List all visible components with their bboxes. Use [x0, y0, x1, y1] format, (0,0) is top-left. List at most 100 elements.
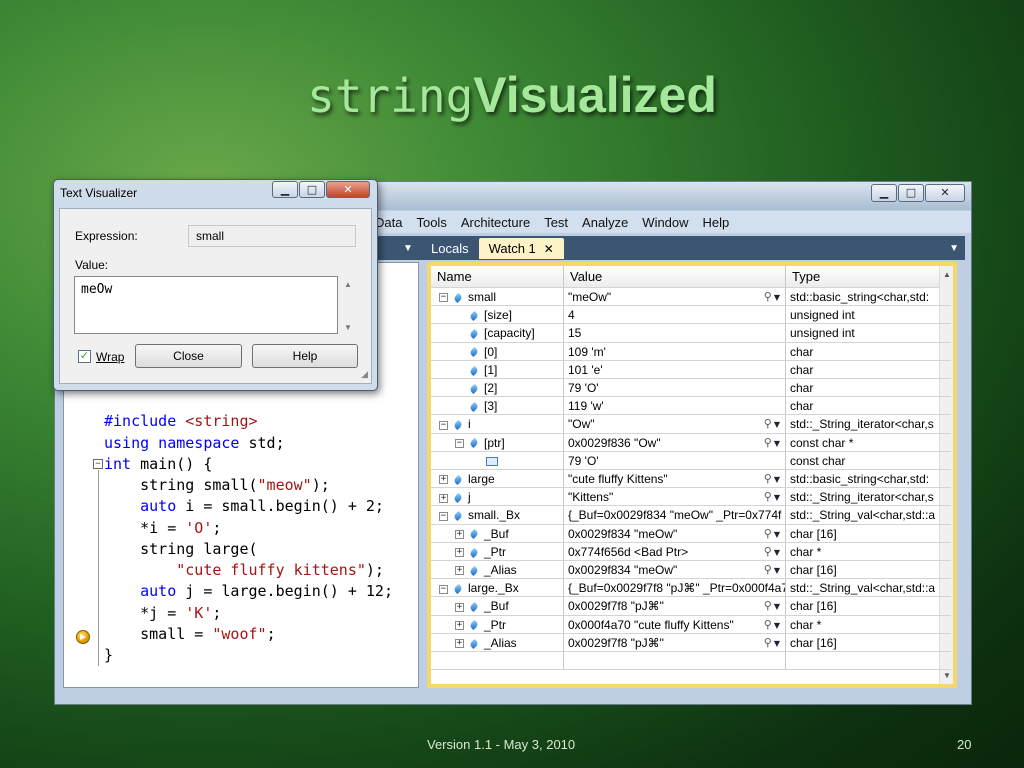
dialog-minimize-icon[interactable]: ▁	[272, 181, 298, 198]
close-icon[interactable]: ✕	[925, 184, 965, 202]
watch-row[interactable]: + _Alias 0x0029f7f8 "pJ⌘" ⚲ ▼ char [16]	[431, 633, 951, 652]
visualizer-dropdown-icon[interactable]: ▼	[774, 293, 780, 302]
resize-grip-icon[interactable]: ◢	[361, 369, 368, 380]
watch-cell-value[interactable]: {_Buf=0x0029f834 "meOw" _Ptr=0x774f	[563, 506, 785, 524]
watch-row[interactable]: + _Buf 0x0029f834 "meOw" ⚲ ▼ char [16]	[431, 524, 951, 543]
magnifier-icon[interactable]: ⚲	[764, 436, 772, 449]
watch-cell-value[interactable]: 0x0029f834 "meOw" ⚲ ▼	[563, 561, 785, 579]
magnifier-icon[interactable]: ⚲	[764, 490, 772, 503]
collapse-icon[interactable]: −	[439, 511, 448, 521]
watch-cell-value[interactable]: "meOw" ⚲ ▼	[563, 288, 785, 306]
value-scroll-up-icon[interactable]: ▲	[344, 280, 352, 289]
value-scrollbar[interactable]: ▲ ▼	[340, 276, 356, 334]
menu-architecture[interactable]: Architecture	[461, 215, 530, 230]
magnifier-icon[interactable]: ⚲	[764, 599, 772, 612]
visualizer-magnifier-icon[interactable]: ⚲ ▼	[764, 288, 780, 305]
watch-row[interactable]: − small "meOw" ⚲ ▼ std::basic_string<char,std…	[431, 288, 951, 307]
collapse-main-icon[interactable]: −	[93, 459, 103, 469]
visualizer-dropdown-icon[interactable]: ▼	[774, 621, 780, 630]
watch-row[interactable]: [3] 119 'w' char	[431, 397, 951, 416]
watch-row[interactable]: [capacity] 15 unsigned int	[431, 324, 951, 343]
watch-cell-value[interactable]	[563, 652, 785, 670]
help-button[interactable]: Help	[252, 344, 358, 368]
column-header-name[interactable]: Name	[431, 266, 563, 287]
watch-cell-value[interactable]: 79 'O'	[563, 451, 785, 469]
watch-row[interactable]: [size] 4 unsigned int	[431, 306, 951, 325]
dialog-close-icon[interactable]: ✕	[326, 181, 370, 198]
tab-locals[interactable]: Locals	[421, 238, 479, 259]
magnifier-icon[interactable]: ⚲	[764, 563, 772, 576]
watch-row[interactable]: [1] 101 'e' char	[431, 360, 951, 379]
scroll-up-icon[interactable]: ▲	[943, 270, 951, 279]
collapse-icon[interactable]: −	[439, 293, 448, 303]
watch-cell-value[interactable]: 0x774f656d <Bad Ptr> ⚲ ▼	[563, 542, 785, 560]
watch-row[interactable]: + _Alias 0x0029f834 "meOw" ⚲ ▼ char [16]	[431, 561, 951, 580]
editor-dropdown-icon[interactable]: ▼	[403, 243, 413, 254]
expand-icon[interactable]: +	[455, 639, 464, 649]
watch-cell-value[interactable]: 4	[563, 306, 785, 324]
panel-dropdown-icon[interactable]: ▼	[949, 243, 959, 254]
watch-cell-value[interactable]: 0x0029f834 "meOw" ⚲ ▼	[563, 524, 785, 542]
visualizer-dropdown-icon[interactable]: ▼	[774, 548, 780, 557]
value-textbox[interactable]: meOw	[74, 276, 338, 334]
expand-icon[interactable]: +	[455, 566, 464, 576]
visualizer-dropdown-icon[interactable]: ▼	[774, 439, 780, 448]
watch-row[interactable]: − small._Bx {_Buf=0x0029f834 "meOw" _Ptr=0…	[431, 506, 951, 525]
close-button[interactable]: Close	[135, 344, 242, 368]
expand-icon[interactable]: +	[455, 529, 464, 539]
tab-close-icon[interactable]: ✕	[544, 242, 554, 256]
watch-cell-value[interactable]: "cute fluffy Kittens" ⚲ ▼	[563, 470, 785, 488]
visualizer-dropdown-icon[interactable]: ▼	[774, 639, 780, 648]
collapse-icon[interactable]: −	[439, 584, 448, 594]
collapse-icon[interactable]: −	[439, 420, 448, 430]
expand-icon[interactable]: +	[455, 620, 464, 630]
visualizer-dropdown-icon[interactable]: ▼	[774, 493, 780, 502]
value-scroll-down-icon[interactable]: ▼	[344, 323, 352, 332]
magnifier-icon[interactable]: ⚲	[764, 527, 772, 540]
watch-row[interactable]: + _Buf 0x0029f7f8 "pJ⌘" ⚲ ▼ char [16]	[431, 597, 951, 616]
menu-help[interactable]: Help	[703, 215, 730, 230]
watch-cell-value[interactable]: "Ow" ⚲ ▼	[563, 415, 785, 433]
minimize-icon[interactable]: ▁	[871, 184, 897, 202]
watch-row[interactable]: [0] 109 'm' char	[431, 342, 951, 361]
watch-row[interactable]: + j "Kittens" ⚲ ▼ std::_String_iterator<char,…	[431, 488, 951, 507]
wrap-checkbox[interactable]: ✓	[78, 350, 91, 363]
watch-cell-value[interactable]: 0x000f4a70 "cute fluffy Kittens" ⚲ ▼	[563, 615, 785, 633]
visualizer-magnifier-icon[interactable]: ⚲ ▼	[764, 597, 780, 614]
expand-icon[interactable]: +	[455, 548, 464, 558]
watch-row[interactable]: + _Ptr 0x774f656d <Bad Ptr> ⚲ ▼ char *	[431, 542, 951, 561]
visualizer-dropdown-icon[interactable]: ▼	[774, 420, 780, 429]
magnifier-icon[interactable]: ⚲	[764, 545, 772, 558]
maximize-icon[interactable]: □	[898, 184, 924, 202]
wrap-label[interactable]: Wrap	[96, 350, 124, 364]
visualizer-magnifier-icon[interactable]: ⚲ ▼	[764, 561, 780, 578]
scroll-down-icon[interactable]: ▼	[943, 671, 951, 680]
menu-analyze[interactable]: Analyze	[582, 215, 628, 230]
expand-icon[interactable]: +	[455, 602, 464, 612]
visualizer-dropdown-icon[interactable]: ▼	[774, 566, 780, 575]
watch-cell-value[interactable]: 79 'O'	[563, 379, 785, 397]
menu-window[interactable]: Window	[642, 215, 688, 230]
menu-tools[interactable]: Tools	[416, 215, 446, 230]
visualizer-magnifier-icon[interactable]: ⚲ ▼	[764, 634, 780, 651]
visualizer-dropdown-icon[interactable]: ▼	[774, 530, 780, 539]
watch-cell-value[interactable]: 119 'w'	[563, 397, 785, 415]
magnifier-icon[interactable]: ⚲	[764, 290, 772, 303]
visualizer-magnifier-icon[interactable]: ⚲ ▼	[764, 434, 780, 451]
watch-cell-value[interactable]: "Kittens" ⚲ ▼	[563, 488, 785, 506]
watch-row[interactable]: − large._Bx {_Buf=0x0029f7f8 "pJ⌘" _Ptr=0x…	[431, 579, 951, 598]
dialog-maximize-icon[interactable]: □	[299, 181, 325, 198]
magnifier-icon[interactable]: ⚲	[764, 417, 772, 430]
watch-row[interactable]: − i "Ow" ⚲ ▼ std::_String_iterator<char,s	[431, 415, 951, 434]
watch-cell-value[interactable]: 15	[563, 324, 785, 342]
watch-row[interactable]	[431, 652, 951, 671]
magnifier-icon[interactable]: ⚲	[764, 472, 772, 485]
watch-cell-value[interactable]: 109 'm'	[563, 342, 785, 360]
visualizer-dropdown-icon[interactable]: ▼	[774, 475, 780, 484]
watch-cell-value[interactable]: 0x0029f7f8 "pJ⌘" ⚲ ▼	[563, 633, 785, 651]
watch-row[interactable]: + large "cute fluffy Kittens" ⚲ ▼ std::basic_…	[431, 470, 951, 489]
watch-row[interactable]: − [ptr] 0x0029f836 "Ow" ⚲ ▼ const char *	[431, 433, 951, 452]
collapse-icon[interactable]: −	[455, 438, 464, 448]
expand-icon[interactable]: +	[439, 475, 448, 485]
visualizer-magnifier-icon[interactable]: ⚲ ▼	[764, 415, 780, 432]
